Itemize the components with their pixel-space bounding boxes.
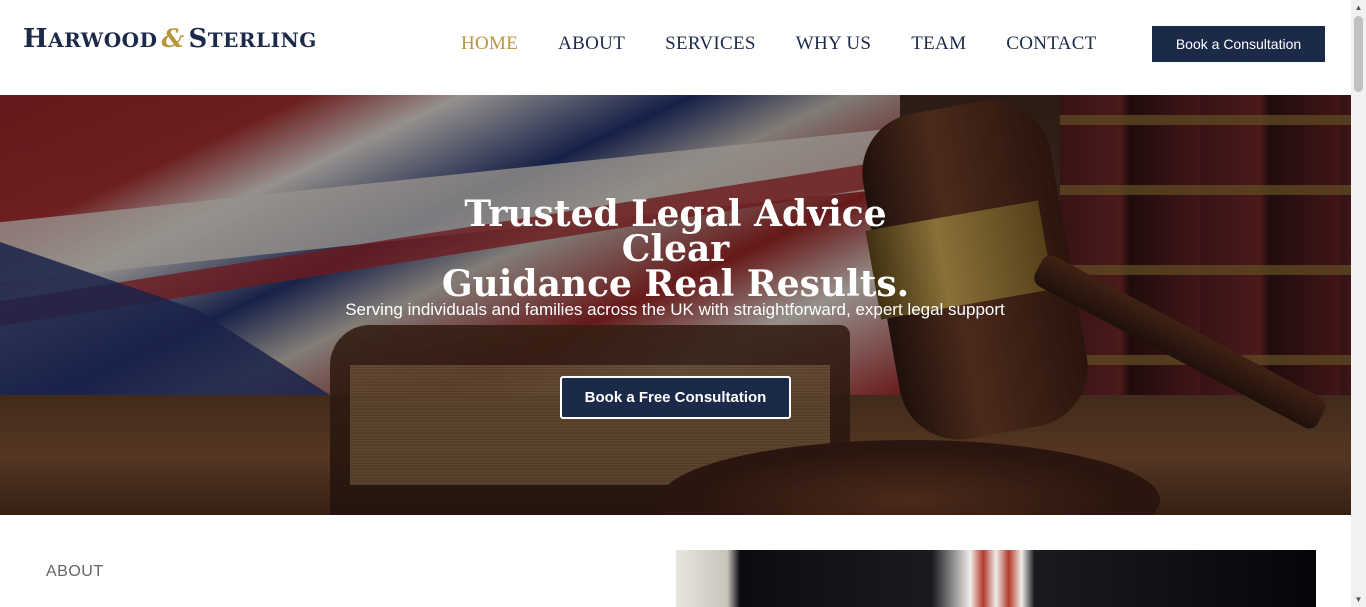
logo-word: TERLING xyxy=(207,28,317,52)
brand-logo[interactable]: HARWOOD & STERLING xyxy=(23,24,317,54)
main-nav: HOME ABOUT SERVICES WHY US TEAM CONTACT xyxy=(461,33,1137,55)
scroll-down-arrow-icon[interactable]: ▼ xyxy=(1351,592,1366,607)
hero-title-line: Trusted Legal Advice Clear xyxy=(464,193,887,270)
about-section-label: ABOUT xyxy=(46,563,104,580)
logo-letter: H xyxy=(23,24,49,54)
scroll-up-arrow-icon[interactable]: ▲ xyxy=(1351,0,1366,15)
hero-section: Trusted Legal Advice Clear Guidance Real… xyxy=(0,95,1351,515)
page-scrollbar[interactable]: ▲ ▼ xyxy=(1351,0,1366,607)
site-header: HARWOOD & STERLING HOME ABOUT SERVICES WHY… xyxy=(0,0,1351,95)
nav-team[interactable]: TEAM xyxy=(911,33,966,55)
nav-why-us[interactable]: WHY US xyxy=(796,33,872,55)
nav-about[interactable]: ABOUT xyxy=(558,33,625,55)
book-consultation-button[interactable]: Book a Consultation xyxy=(1152,26,1325,62)
hero-subtitle: Serving individuals and families across … xyxy=(345,300,1005,319)
logo-word: ARWOOD xyxy=(48,28,158,52)
book-free-consultation-button[interactable]: Book a Free Consultation xyxy=(560,376,791,419)
nav-contact[interactable]: CONTACT xyxy=(1006,33,1096,55)
hero-title-line: Guidance Real Results. xyxy=(441,263,910,305)
nav-home[interactable]: HOME xyxy=(461,33,518,55)
hero-title: Trusted Legal Advice Clear Guidance Real… xyxy=(0,193,1351,305)
scroll-thumb[interactable] xyxy=(1354,16,1363,92)
logo-ampersand: & xyxy=(161,24,185,53)
logo-letter: S xyxy=(188,24,208,54)
nav-services[interactable]: SERVICES xyxy=(665,33,756,55)
about-image xyxy=(676,550,1316,607)
